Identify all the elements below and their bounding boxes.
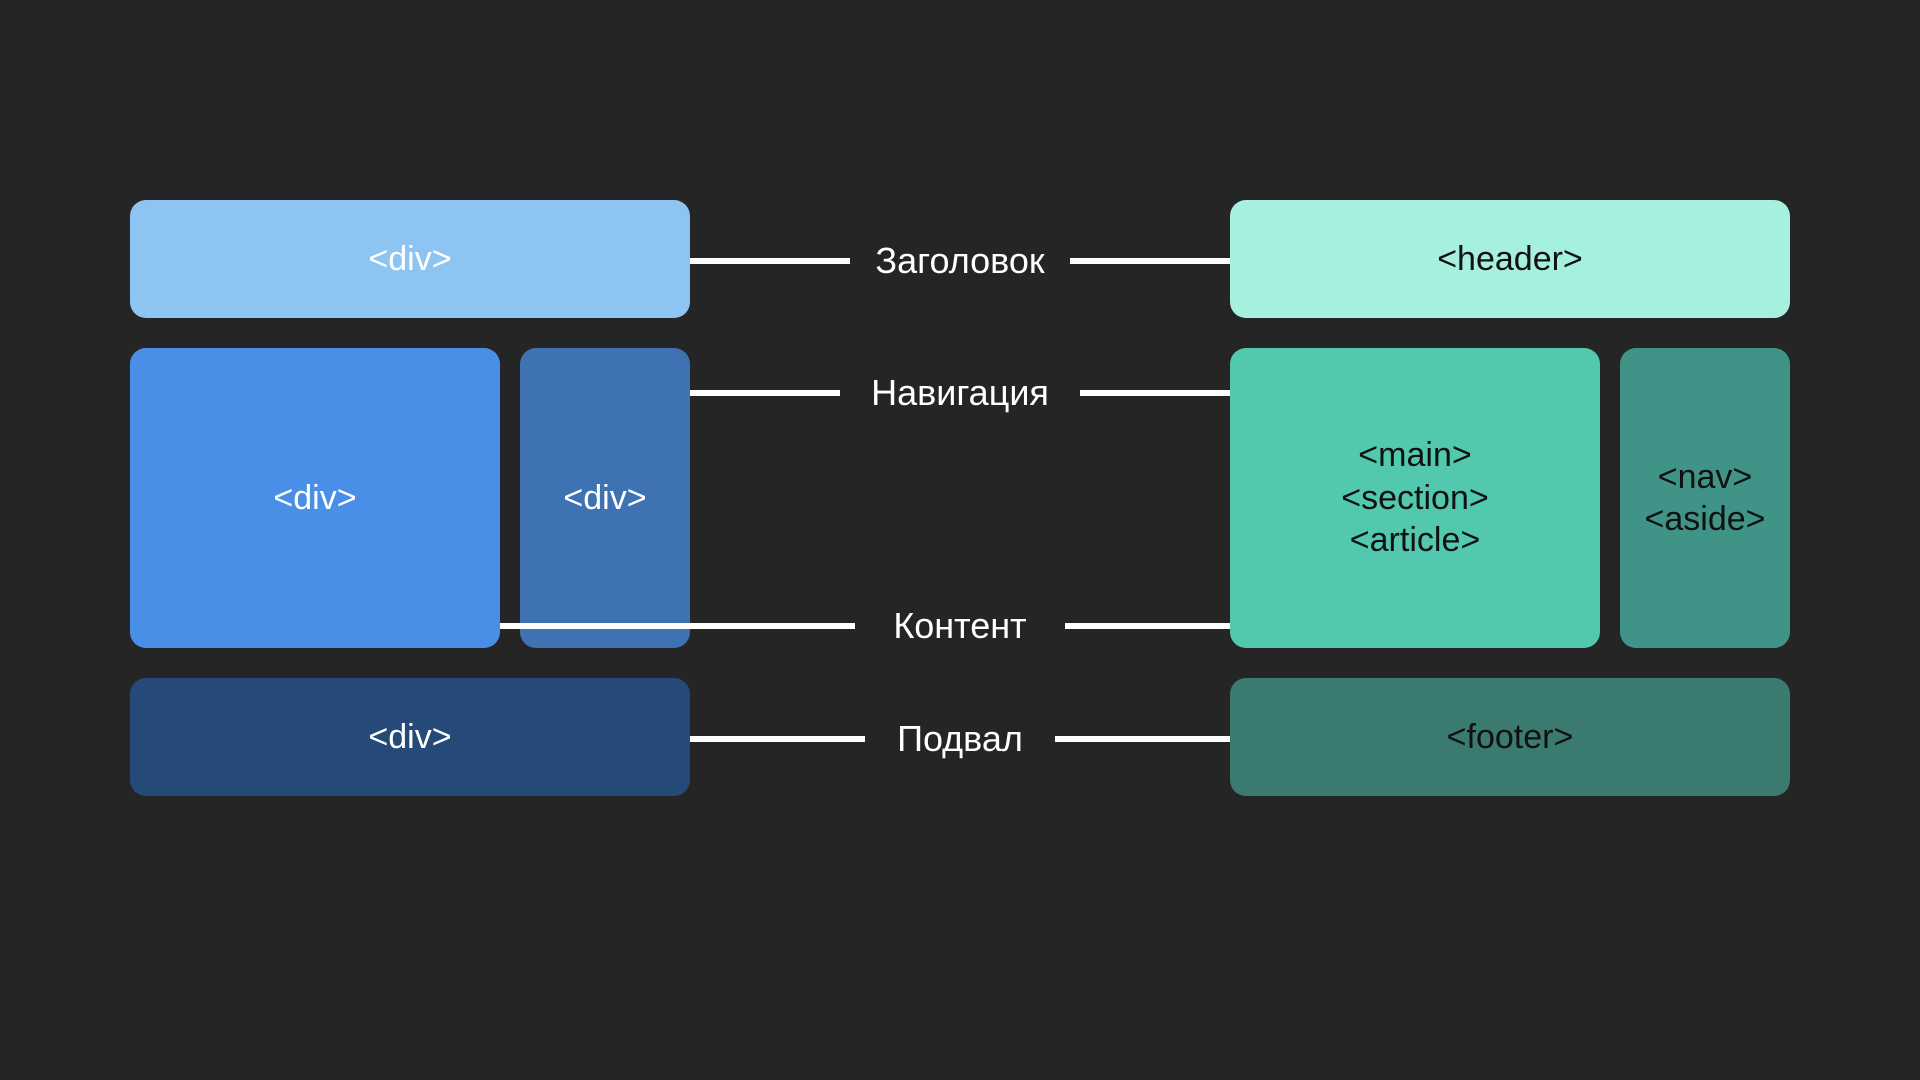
- left-sidebar-box: <div>: [520, 348, 690, 648]
- connector-header-left: [690, 258, 850, 264]
- left-sidebar-text: <div>: [563, 477, 646, 520]
- label-navigation: Навигация: [864, 372, 1056, 414]
- label-content: Контент: [880, 605, 1040, 647]
- label-header: Заголовок: [870, 240, 1050, 282]
- left-header-text: <div>: [368, 238, 451, 281]
- right-header-box: <header>: [1230, 200, 1790, 318]
- right-content-text-3: <article>: [1350, 519, 1480, 562]
- right-sidebar-text-2: <aside>: [1645, 498, 1766, 541]
- label-footer: Подвал: [887, 718, 1033, 760]
- right-header-text: <header>: [1437, 238, 1583, 281]
- right-footer-box: <footer>: [1230, 678, 1790, 796]
- left-footer-text: <div>: [368, 716, 451, 759]
- right-content-text-2: <section>: [1341, 477, 1488, 520]
- right-sidebar-box: <nav> <aside>: [1620, 348, 1790, 648]
- right-content-text-1: <main>: [1358, 434, 1471, 477]
- connector-footer-right: [1055, 736, 1230, 742]
- left-header-box: <div>: [130, 200, 690, 318]
- right-footer-text: <footer>: [1447, 716, 1574, 759]
- left-footer-box: <div>: [130, 678, 690, 796]
- connector-content-left: [500, 623, 855, 629]
- diagram-canvas: <div> <div> <div> <div> <header> <main> …: [0, 0, 1920, 1080]
- connector-nav-left: [690, 390, 840, 396]
- connector-footer-left: [690, 736, 865, 742]
- right-sidebar-text-1: <nav>: [1658, 456, 1753, 499]
- right-content-box: <main> <section> <article>: [1230, 348, 1600, 648]
- left-content-box: <div>: [130, 348, 500, 648]
- connector-header-right: [1070, 258, 1230, 264]
- connector-content-right: [1065, 623, 1230, 629]
- left-content-text: <div>: [273, 477, 356, 520]
- connector-nav-right: [1080, 390, 1230, 396]
